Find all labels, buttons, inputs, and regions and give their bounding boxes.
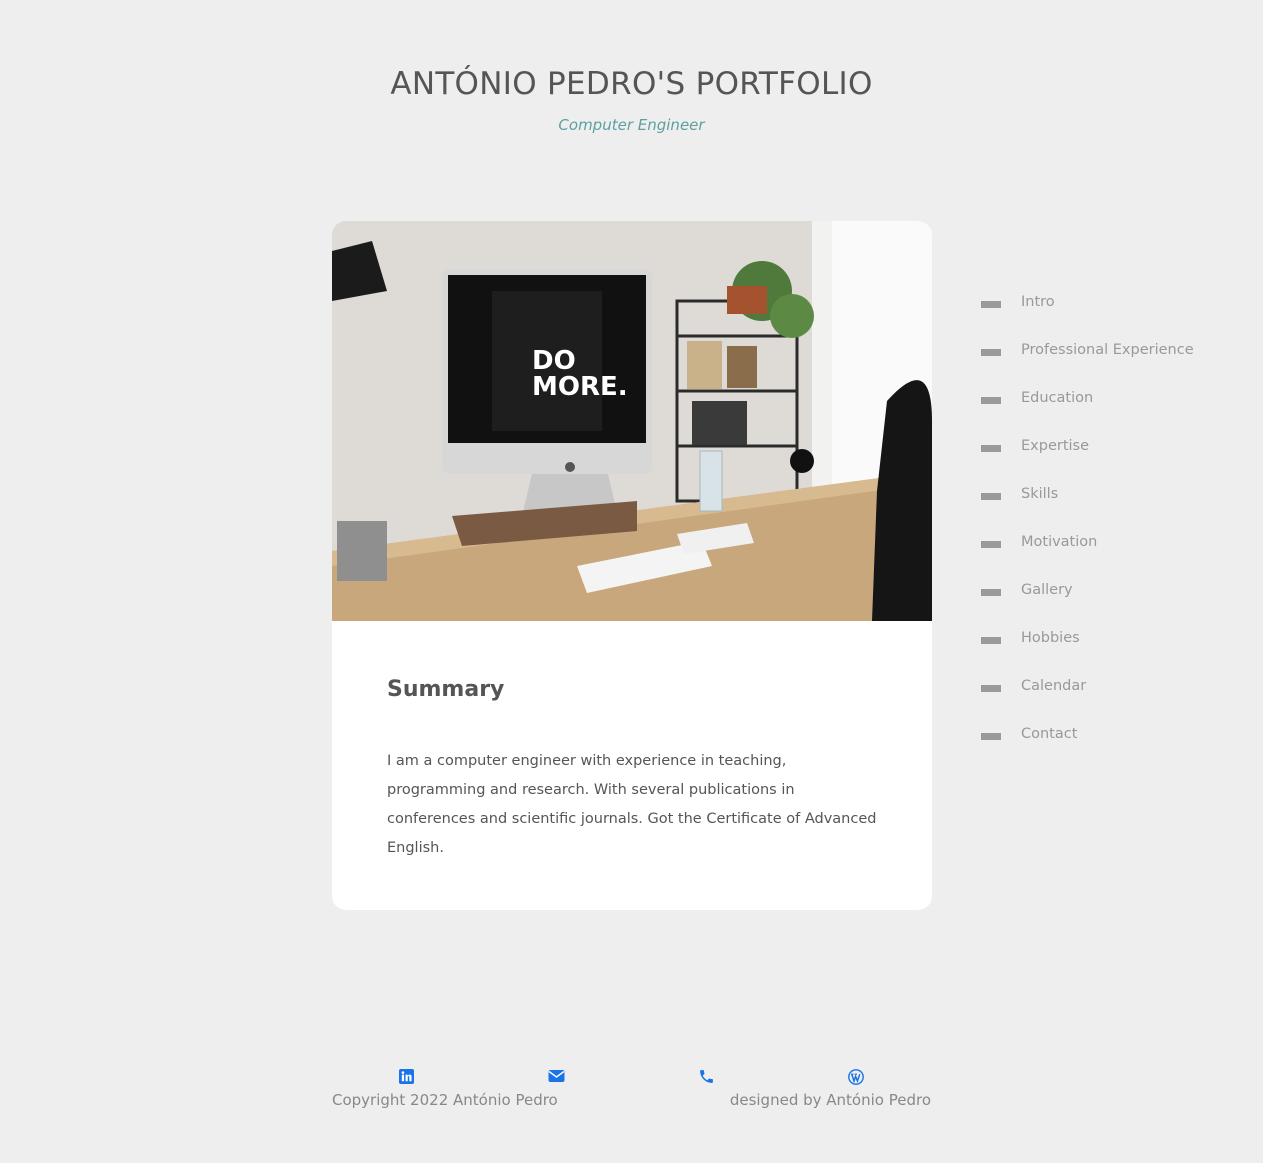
nav-label: Skills xyxy=(1021,486,1059,502)
nav-label: Professional Experience xyxy=(1021,342,1194,358)
nav-label: Motivation xyxy=(1021,534,1098,550)
nav-item-professional-experience[interactable]: Professional Experience xyxy=(981,326,1251,374)
nav-dash-icon xyxy=(981,444,1001,452)
nav-label: Calendar xyxy=(1021,678,1087,694)
site-subtitle: Computer Engineer xyxy=(558,116,705,134)
nav-dash-icon xyxy=(981,684,1001,692)
nav-dash-icon xyxy=(981,300,1001,308)
nav-dash-icon xyxy=(981,636,1001,644)
nav-dash-icon xyxy=(981,588,1001,596)
copyright-text: Copyright 2022 António Pedro xyxy=(332,1091,558,1109)
nav-item-skills[interactable]: Skills xyxy=(981,470,1251,518)
email-icon[interactable] xyxy=(548,1069,565,1085)
nav-item-motivation[interactable]: Motivation xyxy=(981,518,1251,566)
monitor-text-line2: MORE. xyxy=(532,372,628,402)
nav-item-calendar[interactable]: Calendar xyxy=(981,662,1251,710)
site-title: ANTÓNIO PEDRO'S PORTFOLIO xyxy=(390,66,873,102)
nav-dash-icon xyxy=(981,348,1001,356)
nav-label: Contact xyxy=(1021,726,1078,742)
wordpress-icon[interactable] xyxy=(848,1069,864,1085)
nav-item-gallery[interactable]: Gallery xyxy=(981,566,1251,614)
nav-item-expertise[interactable]: Expertise xyxy=(981,422,1251,470)
page: ANTÓNIO PEDRO'S PORTFOLIO Computer Engin… xyxy=(0,0,1263,1163)
nav-item-intro[interactable]: Intro xyxy=(981,278,1251,326)
workspace-photo: DO MORE. xyxy=(332,221,932,621)
side-nav: Intro Professional Experience Education … xyxy=(981,278,1251,758)
nav-dash-icon xyxy=(981,732,1001,740)
summary-title: Summary xyxy=(387,677,505,702)
nav-label: Gallery xyxy=(1021,582,1073,598)
summary-card: DO MORE. Summary I am a computer enginee… xyxy=(332,221,932,910)
nav-label: Hobbies xyxy=(1021,630,1080,646)
nav-dash-icon xyxy=(981,396,1001,404)
nav-label: Expertise xyxy=(1021,438,1090,454)
nav-dash-icon xyxy=(981,492,1001,500)
nav-item-education[interactable]: Education xyxy=(981,374,1251,422)
nav-item-contact[interactable]: Contact xyxy=(981,710,1251,758)
nav-label: Education xyxy=(1021,390,1094,406)
nav-dash-icon xyxy=(981,540,1001,548)
workspace-photo-illustration: DO MORE. xyxy=(332,221,932,621)
summary-text: I am a computer engineer with experience… xyxy=(387,753,877,856)
nav-item-hobbies[interactable]: Hobbies xyxy=(981,614,1251,662)
nav-label: Intro xyxy=(1021,294,1055,310)
phone-icon[interactable] xyxy=(698,1068,714,1084)
linkedin-icon[interactable] xyxy=(399,1069,415,1085)
designed-by-text: designed by António Pedro xyxy=(729,1091,931,1109)
